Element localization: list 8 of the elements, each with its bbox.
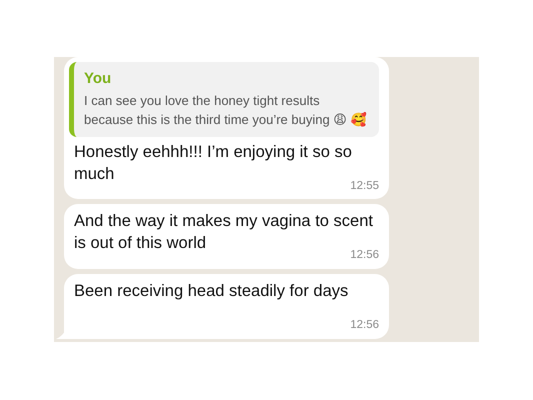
- quote-text: I can see you love the honey tight results because this is the third time you’re buying 😩 🥰: [84, 92, 368, 129]
- message-text: Honestly eehhh!!! I’m enjoying it so so much: [74, 143, 352, 183]
- quoted-message[interactable]: You I can see you love the honey tight results because this is the third time you’re buying 😩 🥰: [69, 62, 379, 137]
- message-time: 12:56: [350, 318, 379, 333]
- quote-author: You: [84, 70, 112, 87]
- message-time: 12:56: [350, 248, 379, 263]
- message-text: Been receiving head steadily for days: [74, 282, 348, 300]
- message-time: 12:55: [350, 179, 379, 194]
